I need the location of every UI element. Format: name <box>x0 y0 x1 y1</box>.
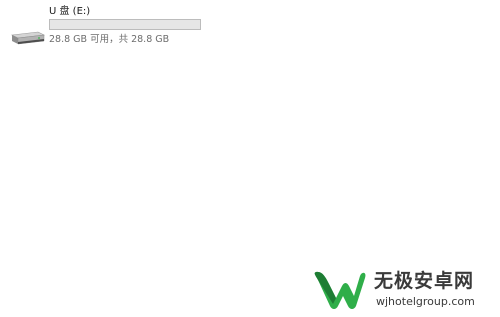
usb-drive-icon <box>8 26 48 48</box>
file-explorer-devices-view: U 盘 (E:) 28.8 GB 可用，共 28.8 GB 无极安卓网 wjho… <box>0 0 500 317</box>
drive-tile-usb-e[interactable]: U 盘 (E:) 28.8 GB 可用，共 28.8 GB <box>5 4 215 48</box>
watermark-title: 无极安卓网 <box>374 270 475 292</box>
drive-usage-bar <box>49 19 201 30</box>
drive-name-label: U 盘 (E:) <box>49 6 91 17</box>
w-logo-icon <box>312 266 368 312</box>
site-watermark: 无极安卓网 wjhotelgroup.com <box>312 266 494 312</box>
watermark-url: wjhotelgroup.com <box>376 295 475 308</box>
drive-space-label: 28.8 GB 可用，共 28.8 GB <box>49 34 170 45</box>
